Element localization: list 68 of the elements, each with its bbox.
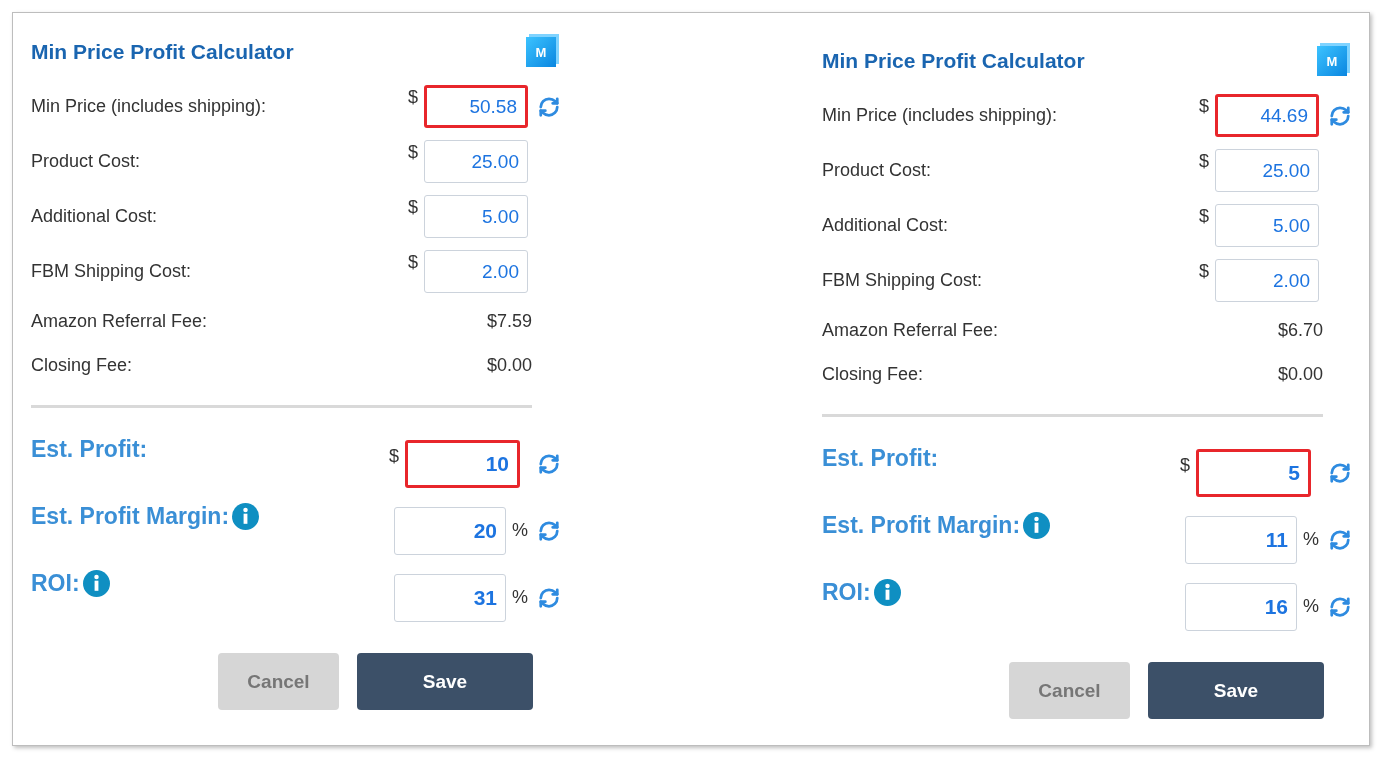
- info-icon[interactable]: [82, 570, 110, 597]
- fee-label: Amazon Referral Fee:: [31, 310, 209, 332]
- percent-sign: %: [1303, 596, 1319, 617]
- info-icon[interactable]: [873, 579, 901, 606]
- currency-sign: $: [408, 142, 418, 163]
- percent-sign: %: [512, 520, 528, 541]
- refresh-icon[interactable]: [1329, 595, 1351, 618]
- result-label: Est. Profit:: [31, 436, 148, 463]
- result-label: ROI:: [822, 579, 871, 606]
- result-input[interactable]: 10: [405, 439, 520, 488]
- result-input[interactable]: 11: [1185, 515, 1297, 564]
- fee-value: $0.00: [1277, 363, 1323, 385]
- logo: M: [1317, 46, 1347, 76]
- refresh-icon[interactable]: [1329, 104, 1351, 127]
- price-input[interactable]: 44.69: [1215, 94, 1319, 137]
- result-input[interactable]: 16: [1185, 582, 1297, 631]
- calculator-title: Min Price Profit Calculator: [822, 49, 1085, 73]
- fee-value: $7.59: [486, 310, 532, 332]
- result-input[interactable]: 31: [394, 573, 506, 622]
- result-label: Est. Profit:: [822, 445, 939, 472]
- refresh-icon[interactable]: [538, 519, 560, 542]
- field-label: Min Price (includes shipping):: [822, 105, 1059, 126]
- price-input[interactable]: 5.00: [424, 195, 528, 238]
- info-icon[interactable]: [232, 503, 260, 530]
- currency-sign: $: [1199, 206, 1209, 227]
- price-input[interactable]: 2.00: [1215, 259, 1319, 302]
- currency-sign: $: [408, 197, 418, 218]
- refresh-icon[interactable]: [1329, 461, 1351, 484]
- currency-sign: $: [408, 87, 418, 108]
- fee-label: Amazon Referral Fee:: [822, 319, 1000, 341]
- price-input[interactable]: 25.00: [424, 140, 528, 183]
- price-input[interactable]: 2.00: [424, 250, 528, 293]
- percent-sign: %: [1303, 529, 1319, 550]
- result-label: ROI:: [31, 570, 80, 597]
- field-label: Product Cost:: [822, 160, 933, 181]
- calculator-title: Min Price Profit Calculator: [31, 40, 294, 64]
- result-input[interactable]: 20: [394, 506, 506, 555]
- fee-label: Closing Fee:: [822, 363, 925, 385]
- price-input[interactable]: 25.00: [1215, 149, 1319, 192]
- field-label: Min Price (includes shipping):: [31, 96, 268, 117]
- currency-sign: $: [1199, 151, 1209, 172]
- logo: M: [526, 37, 556, 67]
- refresh-icon[interactable]: [538, 452, 560, 475]
- field-label: FBM Shipping Cost:: [31, 261, 193, 282]
- currency-sign: $: [408, 252, 418, 273]
- result-label: Est. Profit Margin:: [31, 503, 230, 530]
- fee-value: $0.00: [486, 354, 532, 376]
- refresh-icon[interactable]: [1329, 528, 1351, 551]
- fee-label: Closing Fee:: [31, 354, 134, 376]
- save-button[interactable]: Save: [1148, 662, 1324, 719]
- price-input[interactable]: 5.00: [1215, 204, 1319, 247]
- currency-sign: $: [1180, 455, 1190, 476]
- field-label: Additional Cost:: [822, 215, 950, 236]
- currency-sign: $: [389, 446, 399, 467]
- save-button[interactable]: Save: [357, 653, 533, 710]
- percent-sign: %: [512, 587, 528, 608]
- info-icon[interactable]: [1023, 512, 1051, 539]
- field-label: Additional Cost:: [31, 206, 159, 227]
- refresh-icon[interactable]: [538, 95, 560, 118]
- field-label: FBM Shipping Cost:: [822, 270, 984, 291]
- result-input[interactable]: 5: [1196, 448, 1311, 497]
- currency-sign: $: [1199, 96, 1209, 117]
- fee-value: $6.70: [1277, 319, 1323, 341]
- currency-sign: $: [1199, 261, 1209, 282]
- field-label: Product Cost:: [31, 151, 142, 172]
- refresh-icon[interactable]: [538, 586, 560, 609]
- price-input[interactable]: 50.58: [424, 85, 528, 128]
- result-label: Est. Profit Margin:: [822, 512, 1021, 539]
